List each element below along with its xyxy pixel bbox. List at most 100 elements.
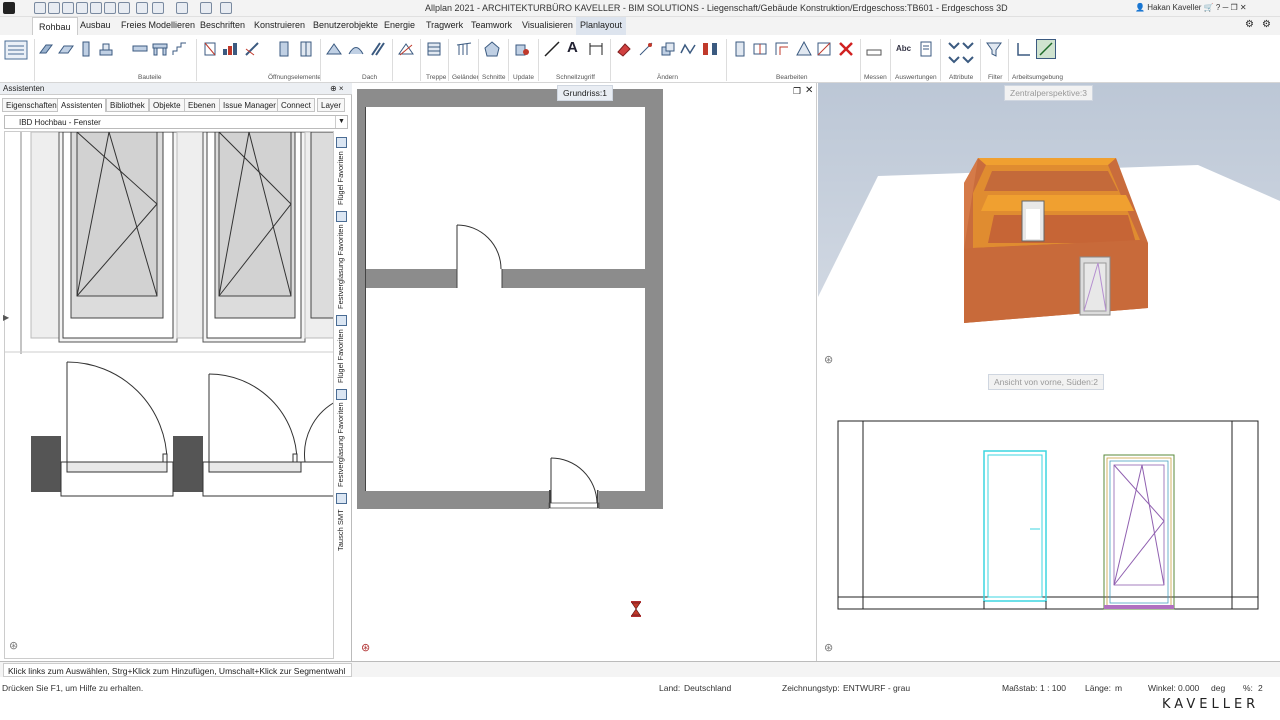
tab-ausbau[interactable]: Ausbau (80, 20, 111, 30)
column-icon[interactable] (78, 41, 94, 57)
wall-icon[interactable] (38, 41, 54, 57)
panel-pin-close[interactable]: ⊕ × (330, 84, 344, 93)
foundation-icon[interactable] (98, 41, 114, 57)
stair-icon[interactable] (172, 41, 188, 57)
attribute-icon[interactable] (946, 39, 976, 69)
tab-rohbau[interactable]: Rohbau (32, 17, 78, 35)
help-icon[interactable]: ? (1216, 3, 1220, 12)
rafter-icon[interactable] (370, 41, 386, 57)
drawing-type-value[interactable]: ENTWURF - grau (843, 683, 910, 693)
side-tab-tausch-smt[interactable]: Tausch SMT (336, 505, 348, 551)
restore-icon[interactable]: ❐ (1230, 3, 1237, 12)
print-icon[interactable] (104, 2, 116, 14)
tools-icon[interactable] (220, 2, 232, 14)
land-value[interactable]: Deutschland (684, 683, 731, 693)
dormer-icon[interactable] (348, 41, 364, 57)
assistant-selector[interactable]: IBD Hochbau - Fenster ▼ (4, 115, 348, 129)
niche-icon[interactable] (244, 41, 260, 57)
delete-icon[interactable] (838, 41, 854, 57)
side-tab-festverglasung-favoriten-2[interactable]: Festverglasung Favoriten (336, 401, 348, 487)
navigation-icon[interactable]: ⊛ (824, 641, 833, 654)
tab-layer[interactable]: Layer (317, 98, 346, 112)
stairs-icon[interactable] (426, 41, 442, 57)
update-icon[interactable] (514, 41, 530, 57)
viewport-floorplan[interactable]: Grundriss:1 ❐ ✕ ⊛ (355, 83, 817, 661)
scale-value[interactable]: 1 : 100 (1040, 683, 1066, 693)
divide-icon[interactable] (796, 41, 812, 57)
redo-icon[interactable] (136, 2, 148, 14)
slab-icon[interactable] (58, 41, 74, 57)
line-icon[interactable] (544, 41, 560, 57)
tab-freies-modellieren[interactable]: Freies Modellieren (121, 20, 195, 30)
railing-icon[interactable] (456, 41, 472, 57)
stair-modeler-icon[interactable] (398, 41, 414, 57)
tab-energie[interactable]: Energie (384, 20, 415, 30)
chevron-down-icon[interactable]: ▼ (335, 116, 347, 128)
navigation-icon[interactable]: ⊛ (824, 353, 833, 366)
tab-planlayout[interactable]: Planlayout (576, 17, 627, 35)
side-tab-fluegel-favoriten-2[interactable]: Flügel Favoriten (336, 327, 348, 383)
options-gear-icon[interactable]: ⚙ (1262, 19, 1271, 30)
tab-konstruieren[interactable]: Konstruieren (254, 20, 305, 30)
side-tab-fluegel-favoriten-1[interactable]: Flügel Favoriten (336, 149, 348, 205)
beam-icon[interactable] (132, 41, 148, 57)
zoom-icon[interactable] (152, 2, 164, 14)
lintel-icon[interactable] (152, 41, 168, 57)
open-file-icon[interactable] (48, 2, 60, 14)
tab-assistenten[interactable]: Assistenten (57, 98, 107, 112)
eraser-icon[interactable] (616, 41, 632, 57)
tab-issue-manager[interactable]: Issue Manager (219, 98, 280, 112)
percent-value[interactable]: 2 (1258, 683, 1263, 693)
window-opening-icon[interactable] (202, 41, 218, 57)
tab-connect[interactable]: Connect (277, 98, 315, 112)
filter-icon[interactable] (986, 41, 1002, 57)
workspace-icon[interactable] (1016, 41, 1032, 57)
coordinate-icon[interactable] (1036, 39, 1056, 59)
tab-objekte[interactable]: Objekte (149, 98, 185, 112)
close-icon[interactable]: ✕ (1240, 3, 1247, 12)
modify-points-icon[interactable] (680, 41, 696, 57)
edit-parallel-icon[interactable] (732, 41, 748, 57)
new-file-icon[interactable] (34, 2, 46, 14)
tab-teamwork[interactable]: Teamwork (471, 20, 512, 30)
move-icon[interactable] (638, 41, 654, 57)
trim-icon[interactable] (816, 41, 832, 57)
user-account[interactable]: 👤 Hakan Kaveller 🛒 ? ─ ❐ ✕ (1135, 3, 1247, 12)
navigation-icon[interactable]: ⊛ (361, 641, 370, 654)
layout-icon[interactable] (90, 2, 102, 14)
expand-arrow-icon[interactable]: ▶ (3, 313, 9, 322)
settings-icon[interactable] (200, 2, 212, 14)
close-view-icon[interactable]: ✕ (805, 85, 813, 96)
cart-icon[interactable]: 🛒 (1204, 3, 1214, 12)
tab-bibliothek[interactable]: Bibliothek (106, 98, 149, 112)
opening-bar-icon[interactable] (222, 41, 238, 57)
minimize-icon[interactable]: ─ (1223, 3, 1229, 12)
tab-benutzerobjekte[interactable]: Benutzerobjekte (313, 20, 378, 30)
assistants-toggle-icon[interactable] (4, 38, 28, 62)
navigation-icon[interactable]: ⊛ (9, 639, 18, 652)
tab-visualisieren[interactable]: Visualisieren (522, 20, 573, 30)
section-icon[interactable] (484, 41, 500, 57)
view-icon[interactable] (176, 2, 188, 14)
edit-icon[interactable] (76, 2, 88, 14)
offset-icon[interactable] (774, 41, 790, 57)
report-icon[interactable] (918, 41, 934, 57)
abc-icon[interactable]: Abc (896, 44, 911, 53)
tab-eigenschaften[interactable]: Eigenschaften (2, 98, 61, 112)
roof-icon[interactable] (326, 41, 342, 57)
stretch-icon[interactable] (752, 41, 768, 57)
side-tab-festverglasung-favoriten-1[interactable]: Festverglasung Favoriten (336, 223, 348, 309)
door-opening-icon[interactable] (276, 41, 292, 57)
viewport-perspective[interactable]: Zentralperspektive:3 ⊛ (818, 83, 1280, 370)
undo-icon[interactable] (118, 2, 130, 14)
maximize-view-icon[interactable]: ❐ (793, 86, 801, 97)
copy-icon[interactable] (660, 41, 676, 57)
angle-value[interactable]: 0.000 (1178, 683, 1199, 693)
measure-icon[interactable] (866, 45, 882, 61)
mirror-icon[interactable] (702, 41, 718, 57)
angle-unit[interactable]: deg (1211, 683, 1225, 693)
assistant-content[interactable] (4, 131, 334, 659)
save-icon[interactable] (62, 2, 74, 14)
tab-ebenen[interactable]: Ebenen (184, 98, 220, 112)
length-value[interactable]: m (1115, 683, 1122, 693)
